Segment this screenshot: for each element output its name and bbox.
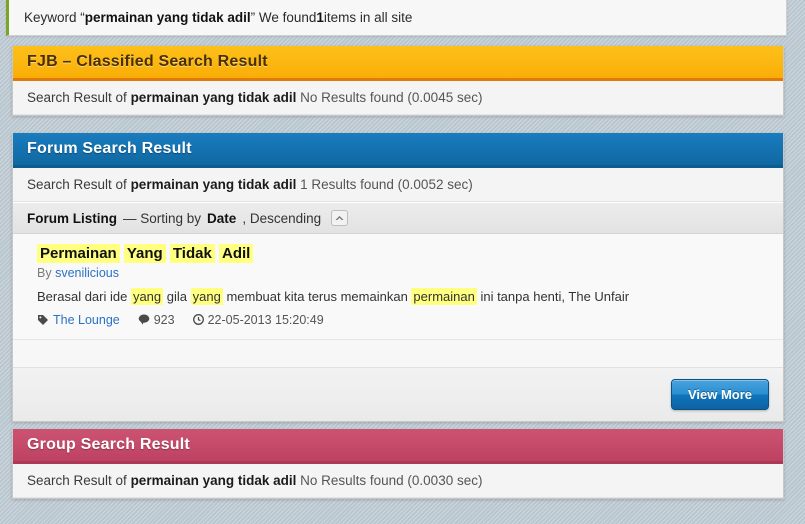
- result-title-word-3: Tidak: [169, 244, 215, 263]
- forum-listing-sort-bar: Forum Listing — Sorting by Date , Descend…: [13, 202, 783, 234]
- chevron-up-icon[interactable]: [331, 210, 349, 226]
- keyword-summary-bar: Keyword “permainan yang tidak adil” We f…: [6, 0, 787, 36]
- forum-result-list: Permainan Yang Tidak Adil By sveniliciou…: [13, 234, 783, 339]
- forum-sub-suffix: 1 Results found (0.0052 sec): [296, 177, 473, 192]
- list-item[interactable]: Permainan Yang Tidak Adil By sveniliciou…: [37, 244, 783, 335]
- forum-sub-prefix: Search Result of: [27, 177, 131, 192]
- desc-highlight-1: yang: [130, 288, 164, 306]
- keyword-suffix: items in all site: [323, 10, 413, 25]
- group-sub-keyword: permainan yang tidak adil: [130, 473, 297, 488]
- comment-icon: [138, 314, 150, 325]
- result-author-link[interactable]: svenilicious: [55, 266, 119, 280]
- forum-listing-label: Forum Listing: [27, 210, 117, 226]
- tag-icon: [37, 314, 49, 326]
- group-sub-prefix: Search Result of: [27, 473, 131, 488]
- fjb-panel-title: FJB – Classified Search Result: [27, 53, 268, 70]
- group-result-summary: Search Result of permainan yang tidak ad…: [13, 464, 783, 498]
- forum-sub-keyword: permainan yang tidak adil: [130, 177, 297, 192]
- result-title-word-4: Adil: [218, 244, 254, 263]
- group-search-panel: Group Search Result Search Result of per…: [12, 429, 784, 499]
- result-comments-group: 923: [138, 313, 175, 327]
- desc-part-2: gila: [163, 289, 191, 305]
- forum-listing-sort-order: , Descending: [242, 210, 322, 226]
- result-by-label: By: [37, 266, 56, 281]
- result-comments-count: 923: [153, 312, 175, 327]
- forum-panel-header: Forum Search Result: [13, 133, 783, 168]
- keyword-text: permainan yang tidak adil: [84, 10, 251, 25]
- view-more-button[interactable]: View More: [670, 378, 769, 410]
- forum-listing-dash: — Sorting by: [123, 210, 202, 226]
- clock-icon: [192, 314, 204, 326]
- desc-highlight-3: permainan: [411, 288, 477, 306]
- fjb-sub-prefix: Search Result of: [27, 90, 131, 105]
- forum-listing-sort-field[interactable]: Date: [207, 211, 236, 226]
- listing-spacer: [13, 338, 783, 367]
- keyword-prefix: Keyword “: [24, 10, 85, 25]
- result-title[interactable]: Permainan Yang Tidak Adil: [37, 244, 783, 264]
- fjb-sub-suffix: No Results found (0.0045 sec): [296, 90, 483, 105]
- result-timestamp: 22-05-2013 15:20:49: [207, 312, 324, 327]
- fjb-panel-header: FJB – Classified Search Result: [13, 46, 783, 81]
- forum-panel-footer: View More: [13, 366, 783, 421]
- result-title-word-2: Yang: [123, 244, 166, 263]
- group-panel-title: Group Search Result: [27, 436, 190, 453]
- desc-part-1: Berasal dari ide: [37, 289, 131, 305]
- forum-result-summary: Search Result of permainan yang tidak ad…: [13, 168, 783, 202]
- result-title-word-1: Permainan: [37, 244, 120, 263]
- keyword-count: 1: [316, 10, 324, 25]
- result-author-line: By svenilicious: [37, 266, 783, 280]
- result-meta-row: The Lounge 923 22-05-2013 15:20:49: [37, 313, 783, 335]
- result-category-link[interactable]: The Lounge: [53, 313, 120, 327]
- keyword-middle: ” We found: [250, 10, 317, 25]
- forum-panel-title: Forum Search Result: [27, 140, 192, 157]
- fjb-result-summary: Search Result of permainan yang tidak ad…: [13, 81, 783, 115]
- forum-search-panel: Forum Search Result Search Result of per…: [12, 133, 784, 422]
- desc-part-3: membuat kita terus memainkan: [222, 289, 412, 305]
- fjb-sub-keyword: permainan yang tidak adil: [130, 90, 297, 105]
- desc-part-4: ini tanpa henti, The Unfair: [476, 289, 630, 305]
- result-time-group: 22-05-2013 15:20:49: [192, 312, 324, 327]
- fjb-search-panel: FJB – Classified Search Result Search Re…: [12, 46, 784, 116]
- group-panel-header: Group Search Result: [13, 429, 783, 464]
- result-category-group[interactable]: The Lounge: [37, 313, 120, 327]
- desc-highlight-2: yang: [190, 288, 223, 306]
- group-sub-suffix: No Results found (0.0030 sec): [296, 473, 483, 488]
- result-description: Berasal dari ide yang gila yang membuat …: [37, 287, 783, 307]
